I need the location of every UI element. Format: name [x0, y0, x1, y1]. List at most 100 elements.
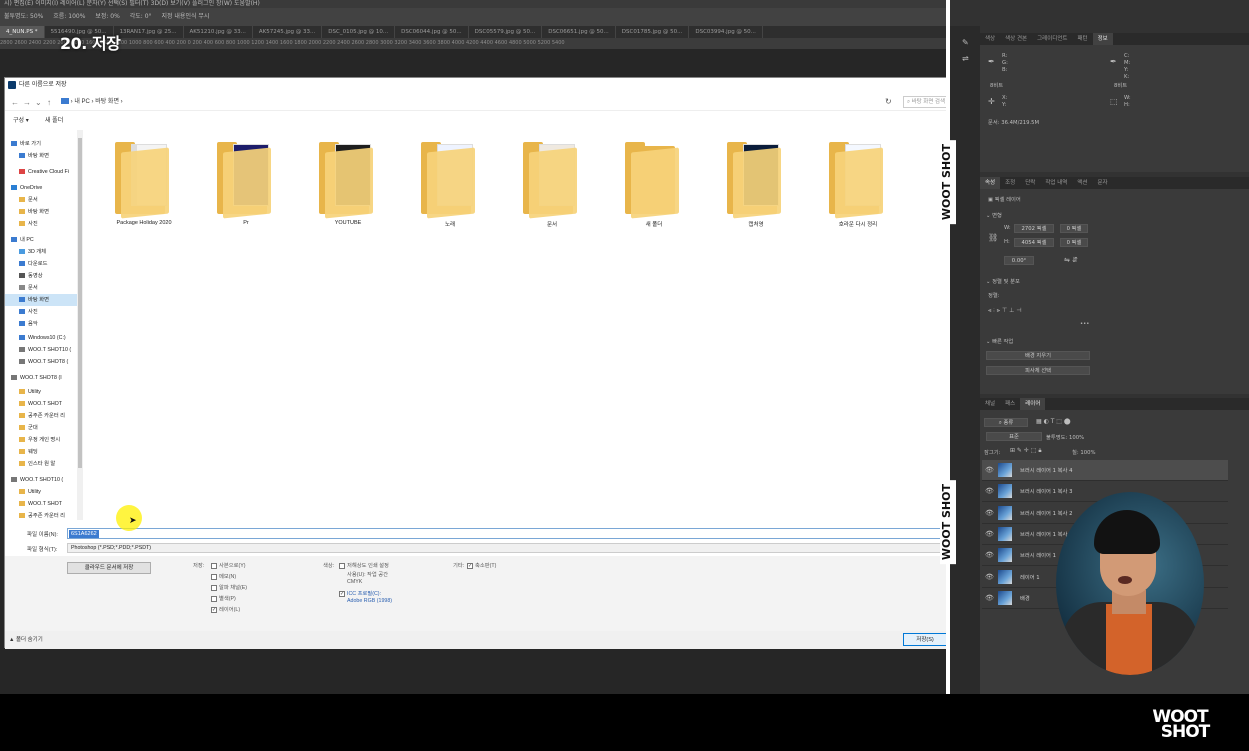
- eye-icon[interactable]: 👁︎: [985, 509, 994, 517]
- breadcrumb[interactable]: › 내 PC › 바탕 화면 ›: [61, 97, 871, 108]
- nav-item[interactable]: OneDrive: [5, 182, 77, 194]
- nav-item[interactable]: Utility: [5, 386, 77, 398]
- nav-item[interactable]: WOO.T SHOT10 (: [5, 474, 77, 486]
- up-arrow-icon[interactable]: ↑: [47, 98, 51, 107]
- brush-option-flow[interactable]: 흐름: 100%: [53, 13, 85, 20]
- nav-item[interactable]: 3D 개체: [5, 246, 77, 258]
- flip-icon[interactable]: ⇋ ⇵: [1064, 256, 1078, 264]
- adjust-panel-icon[interactable]: ⇌: [962, 54, 969, 63]
- folder-item[interactable]: YOUTUBE: [313, 142, 383, 232]
- layer-row[interactable]: 👁︎ 브러시 레이어 1 복사 4: [982, 460, 1228, 481]
- scrollbar-thumb[interactable]: [78, 138, 82, 468]
- checkbox[interactable]: ✓: [211, 606, 217, 613]
- nav-item[interactable]: Creative Cloud Fi: [5, 166, 77, 178]
- checkbox[interactable]: [211, 584, 217, 591]
- select-subject-button[interactable]: 피사체 선택: [986, 366, 1090, 375]
- nav-item[interactable]: 바로 가기: [5, 138, 77, 150]
- panel-tab[interactable]: 단락: [1020, 177, 1040, 189]
- y-field[interactable]: 0 픽셀: [1060, 238, 1088, 247]
- document-tab[interactable]: DSC05579.jpg @ 50...: [469, 26, 543, 38]
- save-button[interactable]: 저장(S): [903, 633, 947, 646]
- brush-option-smoothing[interactable]: 보정: 0%: [95, 13, 120, 20]
- filter-icons[interactable]: ▦ ◐ T ⬚ ⬤: [1036, 418, 1071, 425]
- folder-item[interactable]: Pr: [211, 142, 281, 232]
- folder-item[interactable]: 캡처영: [721, 142, 791, 232]
- eye-icon[interactable]: 👁︎: [985, 551, 994, 559]
- panel-tab[interactable]: 레이어: [1020, 398, 1046, 410]
- brush-option-opacity[interactable]: 불투명도: 50%: [4, 13, 43, 20]
- layer-filter[interactable]: ⌕ 종류: [984, 418, 1028, 427]
- nav-item[interactable]: 인스타 원 알: [5, 458, 77, 470]
- nav-item[interactable]: Windows10 (C:): [5, 332, 77, 344]
- panel-tab[interactable]: 채널: [980, 398, 1000, 410]
- panel-tab[interactable]: 정보: [1092, 33, 1113, 45]
- breadcrumb-item-pc[interactable]: 내 PC: [74, 99, 90, 105]
- lock-icons[interactable]: ⊞ ✎ ✛ ⬚ 🔒︎: [1010, 447, 1042, 455]
- panel-tab[interactable]: 패스: [1000, 398, 1020, 410]
- nav-item[interactable]: WOO.T SHOT8 (I: [5, 372, 77, 384]
- nav-item[interactable]: 사진: [5, 306, 77, 318]
- angle-field[interactable]: 0.00°: [1004, 256, 1034, 265]
- document-tab[interactable]: DSC06044.jpg @ 50...: [395, 26, 469, 38]
- save-option[interactable]: 별색(P): [211, 594, 236, 602]
- checkbox[interactable]: [211, 573, 217, 580]
- nav-item[interactable]: 웨딩: [5, 446, 77, 458]
- organize-button[interactable]: 구성 ▾: [13, 114, 29, 128]
- nav-item[interactable]: 군대: [5, 422, 77, 434]
- nav-item[interactable]: 우정 게인 명시: [5, 434, 77, 446]
- back-arrow-icon[interactable]: ←: [11, 98, 19, 107]
- nav-item[interactable]: Utility: [5, 486, 77, 498]
- nav-item[interactable]: WOO.T SHOT8 (: [5, 356, 77, 368]
- navigation-scrollbar[interactable]: [77, 130, 83, 520]
- forward-arrow-icon[interactable]: →: [23, 98, 31, 107]
- breadcrumb-item-desktop[interactable]: 바탕 화면: [95, 99, 119, 105]
- hide-folders-button[interactable]: ▲ 폴더 숨기기: [9, 635, 43, 643]
- panel-tab[interactable]: 색상 견본: [1000, 33, 1032, 45]
- x-field[interactable]: 0 픽셀: [1060, 224, 1088, 233]
- checkbox[interactable]: ✓: [467, 562, 473, 569]
- document-tab[interactable]: AK51210.jpg @ 33...: [184, 26, 253, 38]
- chevron-down-icon[interactable]: ⌄: [35, 98, 42, 107]
- document-tab[interactable]: AK57245.jpg @ 33...: [253, 26, 323, 38]
- nav-item[interactable]: 내 PC: [5, 234, 77, 246]
- save-option[interactable]: ✓ 레이어(L): [211, 605, 240, 613]
- document-tab[interactable]: 13RAN17.jpg @ 25...: [114, 26, 184, 38]
- remove-background-button[interactable]: 배경 지우기: [986, 351, 1090, 360]
- search-input[interactable]: ⌕ 바탕 화면 검색: [903, 96, 949, 108]
- nav-item[interactable]: 사진: [5, 218, 77, 230]
- document-tab[interactable]: DSC01785.jpg @ 50...: [616, 26, 690, 38]
- nav-item[interactable]: 바탕 화면: [5, 294, 77, 306]
- brush-option-angle[interactable]: 각도: 0°: [130, 13, 152, 20]
- nav-item[interactable]: WOO.T SHOT10 (: [5, 344, 77, 356]
- link-icon[interactable]: ⛓: [988, 233, 998, 242]
- brush-panel-icon[interactable]: ✎: [962, 38, 969, 47]
- quick-actions-section[interactable]: ⌄ 빠른 작업: [986, 337, 1013, 345]
- nav-item[interactable]: 공주존 카운터 리: [5, 410, 77, 422]
- options-hint[interactable]: 지정 내용인식 무시: [161, 13, 209, 20]
- panel-tab[interactable]: 색상: [980, 33, 1000, 45]
- save-to-cloud-button[interactable]: 클라우드 문서에 저장: [67, 562, 151, 574]
- panel-tab[interactable]: 문자: [1093, 177, 1113, 189]
- eye-icon[interactable]: 👁︎: [985, 466, 994, 474]
- folder-item[interactable]: 새 폴더: [619, 142, 689, 232]
- nav-item[interactable]: 음악: [5, 318, 77, 330]
- width-field[interactable]: 2702 픽셀: [1014, 224, 1054, 233]
- save-option[interactable]: 메모(N): [211, 572, 236, 580]
- panel-tab[interactable]: 작업 내역: [1040, 177, 1072, 189]
- checkbox[interactable]: [211, 595, 217, 602]
- document-tab[interactable]: 4_NUN.PS *: [0, 26, 45, 38]
- save-option[interactable]: 사본으로(Y): [211, 561, 246, 569]
- save-option[interactable]: 알파 채널(E): [211, 583, 247, 591]
- nav-item[interactable]: 바탕 화면: [5, 150, 77, 162]
- folder-item[interactable]: 문서: [517, 142, 587, 232]
- folder-item[interactable]: Package Holiday 2020: [109, 142, 179, 232]
- panel-tab[interactable]: 속성: [980, 177, 1001, 189]
- panel-tab[interactable]: 조정: [1000, 177, 1020, 189]
- panel-tab[interactable]: 패턴: [1073, 33, 1093, 45]
- new-folder-button[interactable]: 새 폴더: [45, 114, 63, 128]
- folder-item[interactable]: 호라운 다시 정리: [823, 142, 893, 232]
- document-tab[interactable]: DSC_0105.jpg @ 10...: [322, 26, 396, 38]
- nav-item[interactable]: 다운로드: [5, 258, 77, 270]
- nav-item[interactable]: 공주존 카운터 리: [5, 510, 77, 520]
- document-tab[interactable]: DSC06651.jpg @ 50...: [542, 26, 616, 38]
